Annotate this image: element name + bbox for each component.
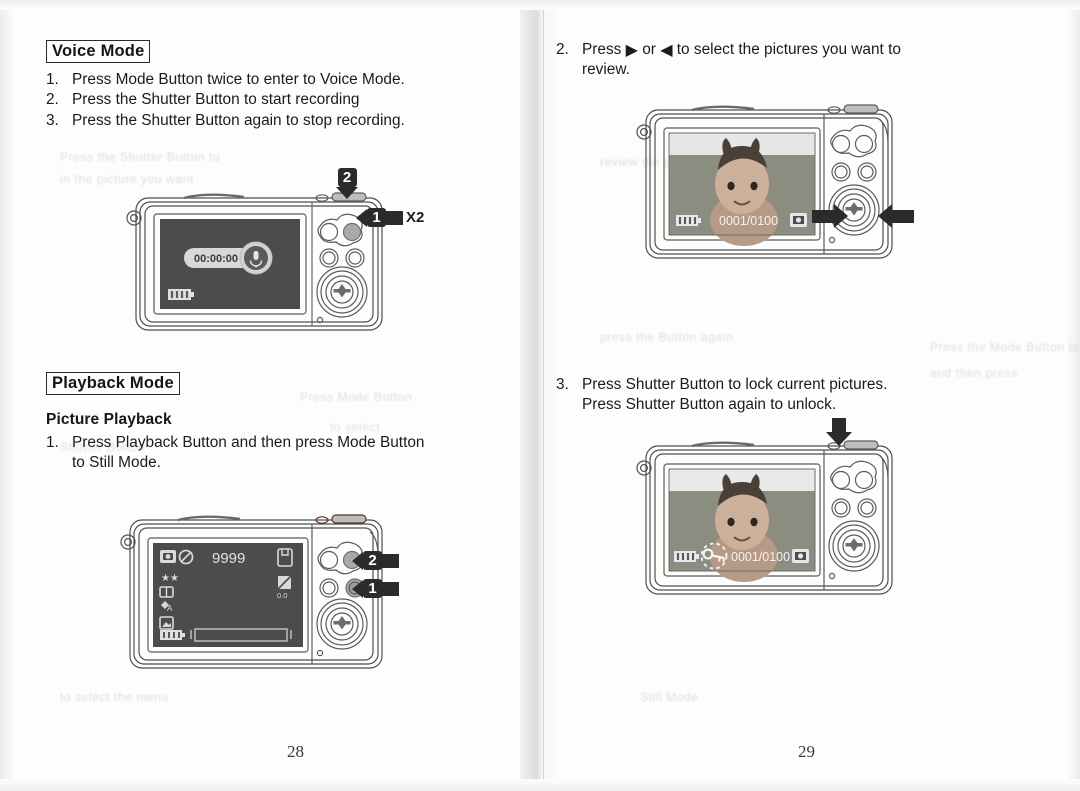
step-text-continuation: review.: [582, 61, 630, 79]
step-text: Press Playback Button and then press Mod…: [72, 434, 425, 452]
page-number-right: 29: [798, 742, 815, 761]
bleed-through-text: Press the Mode Button to: [930, 340, 1080, 354]
callout-badge-number: 2: [337, 168, 357, 187]
battery-full-icon: [674, 551, 699, 562]
callout-stem: [382, 581, 399, 596]
photo-of-child: [668, 132, 816, 246]
lock-step-3: 3. Press Shutter Button to lock current …: [556, 375, 1036, 415]
right-edge-shadow: [1066, 0, 1080, 791]
review-step-2: 2. Press ▶ or ◀ to select the pictures y…: [556, 40, 1026, 80]
camera-back-voice-mode: 00:00:00: [124, 188, 394, 338]
callout-playback-step1: 1: [352, 579, 399, 598]
svg-text:★★: ★★: [161, 573, 179, 584]
callout-arrow-right-navpad: [812, 204, 848, 228]
callout-voice-step1: 1 X2: [356, 208, 424, 227]
step-text-continuation: Press Shutter Button again to unlock.: [582, 396, 837, 414]
playback-mode-block: Playback Mode Picture Playback 1. Press …: [46, 372, 526, 474]
callout-badge-number: 1: [363, 579, 382, 598]
manual-page-spread: Press the Shutter Button to in the pictu…: [0, 0, 1080, 791]
voice-mode-heading: Voice Mode: [46, 40, 151, 64]
battery-full-icon: [676, 215, 701, 226]
step-number: 3.: [46, 111, 59, 129]
bleed-through-text: Press the Shutter Button to: [60, 150, 221, 164]
callout-arrow-left-icon: [356, 208, 367, 227]
voice-mode-step-1: 1. Press Mode Button twice to enter to V…: [46, 70, 516, 90]
callout-arrow-left-icon: [352, 579, 363, 598]
picture-playback-subheading: Picture Playback: [46, 411, 172, 429]
playback-image-icon: [792, 549, 809, 563]
callout-arrow-down-icon: [826, 432, 852, 446]
gutter-fold-line: [543, 0, 544, 791]
photo-of-child: [668, 468, 816, 582]
step-number: 3.: [556, 376, 569, 393]
left-edge-shadow: [0, 0, 14, 791]
svg-text:00:00:00: 00:00:00: [194, 253, 238, 265]
top-edge-shadow: [0, 0, 1080, 10]
voice-mode-step-3: 3. Press the Shutter Button again to sto…: [46, 111, 516, 131]
voice-mode-block: Voice Mode 1. Press Mode Button twice to…: [46, 40, 516, 131]
step-text-post: to select the pictures you want to: [676, 41, 901, 58]
step-number: 2.: [46, 91, 59, 109]
callout-arrow-left-icon: [352, 551, 363, 570]
svg-text:9999: 9999: [212, 550, 245, 567]
svg-text:0001/0100: 0001/0100: [719, 214, 778, 228]
step-number: 2.: [556, 41, 569, 58]
voice-mode-step-2: 2. Press the Shutter Button to start rec…: [46, 90, 516, 110]
battery-full-icon: [168, 289, 194, 300]
callout-lock-shutter: [826, 418, 852, 446]
callout-arrow-down-icon: [336, 187, 358, 199]
step-text: Press Mode Button twice to enter to Voic…: [72, 71, 405, 89]
callout-x2-label: X2: [406, 209, 425, 226]
callout-stem: [386, 210, 403, 225]
camera-back-lock-picture: 0001/0100: [636, 432, 902, 604]
bleed-through-text: press the Button again: [600, 330, 734, 344]
bleed-through-text: to select the menu: [60, 690, 169, 704]
step-number: 1.: [46, 434, 59, 452]
lock-step-block: 3. Press Shutter Button to lock current …: [556, 375, 1036, 415]
camera-back-review-pictures: 0001/0100: [636, 100, 902, 270]
right-arrow-icon: ▶: [625, 42, 638, 59]
step-number: 1.: [46, 71, 59, 89]
callout-stem: [382, 553, 399, 568]
step-text-continuation: to Still Mode.: [72, 454, 161, 472]
bleed-through-text: Still Mode: [640, 690, 699, 704]
callout-badge-number: 2: [363, 551, 382, 570]
bleed-through-text: in the picture you want: [60, 172, 194, 186]
playback-image-icon: [790, 213, 807, 227]
svg-text:A: A: [167, 604, 173, 613]
playback-mode-heading: Playback Mode: [46, 372, 180, 396]
callout-arrow-left-navpad: [878, 204, 914, 228]
callout-badge-number: 1: [367, 208, 386, 227]
step-text-pre: Press: [582, 41, 622, 58]
svg-text:0001/0100: 0001/0100: [731, 550, 790, 564]
step-text: Press the Shutter Button to start record…: [72, 91, 360, 109]
svg-text:0.0: 0.0: [277, 591, 287, 600]
step-text: Press the Shutter Button again to stop r…: [72, 111, 405, 129]
step-text: Press Shutter Button to lock current pic…: [582, 376, 888, 393]
battery-full-icon: [160, 630, 185, 640]
callout-voice-step2: 2: [336, 168, 358, 199]
bottom-edge-shadow: [0, 779, 1080, 791]
review-step-block: 2. Press ▶ or ◀ to select the pictures y…: [556, 40, 1026, 80]
callout-playback-step2: 2: [352, 551, 399, 570]
playback-step-1: 1. Press Playback Button and then press …: [46, 433, 526, 473]
left-arrow-icon: ◀: [660, 42, 673, 59]
page-number-left: 28: [287, 742, 304, 761]
step-text-mid: or: [642, 41, 656, 58]
